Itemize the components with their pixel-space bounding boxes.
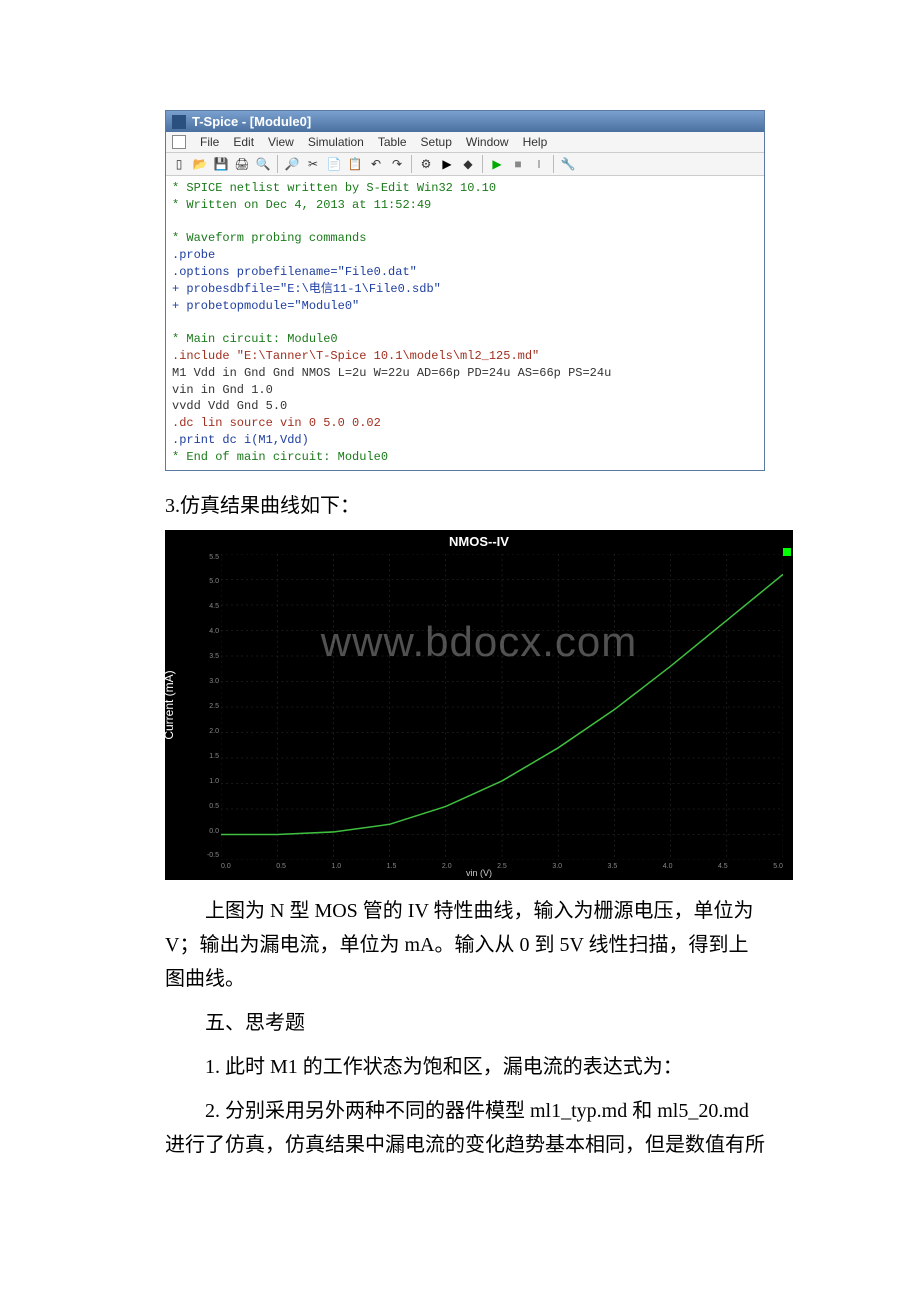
menu-file[interactable]: File	[200, 135, 219, 149]
chart-plot-area	[221, 554, 783, 860]
undo-icon[interactable]: ↶	[367, 155, 385, 173]
app-icon	[172, 115, 186, 129]
nmos-iv-chart: NMOS--IV Current (mA) vin (V) -0.50.00.5…	[165, 530, 793, 880]
toolbar-sep	[482, 155, 483, 173]
tspice-menubar: File Edit View Simulation Table Setup Wi…	[166, 132, 764, 153]
redo-icon[interactable]: ↷	[388, 155, 406, 173]
tspice-toolbar: ▯ 📂 💾 🖨 🔍 🔎 ✂ 📄 📋 ↶ ↷ ⚙ ▶ ◆ ▶ ■ ‖ 🔧	[166, 153, 764, 176]
toolbar-sep	[277, 155, 278, 173]
chart-x-ticks: 0.00.51.01.52.02.53.03.54.04.55.0	[221, 863, 783, 870]
new-icon[interactable]: ▯	[170, 155, 188, 173]
question-1: 1. 此时 M1 的工作状态为饱和区，漏电流的表达式为：	[165, 1050, 765, 1084]
menu-view[interactable]: View	[268, 135, 294, 149]
chart-title: NMOS--IV	[165, 534, 793, 549]
tspice-titlebar: T-Spice - [Module0]	[166, 111, 764, 132]
heading-5: 五、思考题	[165, 1006, 765, 1040]
menu-window[interactable]: Window	[466, 135, 509, 149]
open-icon[interactable]: 📂	[191, 155, 209, 173]
menu-table[interactable]: Table	[378, 135, 407, 149]
preview-icon[interactable]: 🔍	[254, 155, 272, 173]
caption-3: 3.仿真结果曲线如下：	[165, 489, 765, 518]
question-1-text: 1. 此时 M1 的工作状态为饱和区，漏电流的表达式为：	[205, 1056, 683, 1078]
chip-icon[interactable]: ◆	[459, 155, 477, 173]
heading-5-text: 五、思考题	[205, 1012, 305, 1034]
toolbar-sep	[553, 155, 554, 173]
paste-icon[interactable]: 📋	[346, 155, 364, 173]
menu-help[interactable]: Help	[523, 135, 548, 149]
cut-icon[interactable]: ✂	[304, 155, 322, 173]
save-icon[interactable]: 💾	[212, 155, 230, 173]
find-icon[interactable]: 🔎	[283, 155, 301, 173]
pause-icon[interactable]: ‖	[530, 155, 548, 173]
question-2: 2. 分别采用另外两种不同的器件模型 ml1_typ.md 和 ml5_20.m…	[165, 1094, 765, 1162]
chart-ylabel: Current (mA)	[162, 670, 176, 739]
copy-icon[interactable]: 📄	[325, 155, 343, 173]
chart-y-ticks: -0.50.00.51.01.52.02.53.03.54.04.55.05.5	[195, 554, 219, 860]
stop-icon[interactable]: ■	[509, 155, 527, 173]
print-icon[interactable]: 🖨	[233, 155, 251, 173]
chart-legend-swatch	[783, 548, 791, 556]
paragraph-desc-text: 上图为 N 型 MOS 管的 IV 特性曲线，输入为栅源电压，单位为 V；输出为…	[165, 900, 754, 990]
tspice-window: T-Spice - [Module0] File Edit View Simul…	[165, 110, 765, 471]
document-icon	[172, 135, 186, 149]
run-sim-icon[interactable]: ▶	[438, 155, 456, 173]
settings-icon[interactable]: ⚙	[417, 155, 435, 173]
menu-setup[interactable]: Setup	[421, 135, 452, 149]
question-2-text: 2. 分别采用另外两种不同的器件模型 ml1_typ.md 和 ml5_20.m…	[165, 1100, 765, 1156]
play-icon[interactable]: ▶	[488, 155, 506, 173]
toolbar-sep	[411, 155, 412, 173]
tool-icon[interactable]: 🔧	[559, 155, 577, 173]
paragraph-desc: 上图为 N 型 MOS 管的 IV 特性曲线，输入为栅源电压，单位为 V；输出为…	[165, 894, 765, 996]
window-title: T-Spice - [Module0]	[192, 114, 311, 129]
menu-edit[interactable]: Edit	[233, 135, 254, 149]
netlist-text: * SPICE netlist written by S-Edit Win32 …	[166, 176, 764, 470]
menu-simulation[interactable]: Simulation	[308, 135, 364, 149]
